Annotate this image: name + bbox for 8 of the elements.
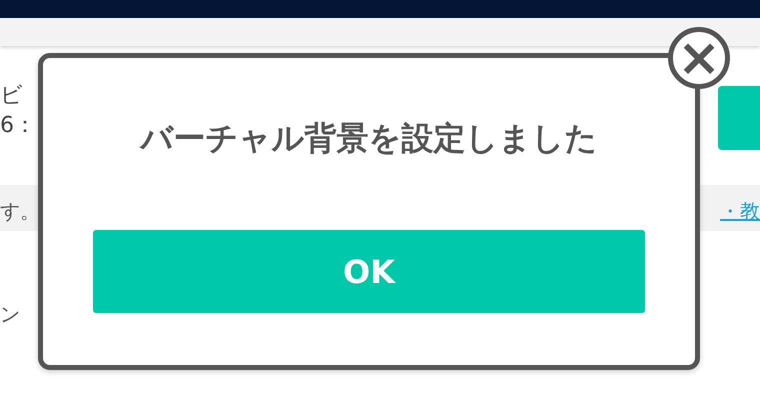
- action-button[interactable]: [718, 86, 760, 150]
- info-text: ビ: [0, 82, 24, 110]
- dialog-title: バーチャル背景を設定しました: [140, 118, 598, 159]
- info-text: 6：: [0, 112, 36, 140]
- notice-link[interactable]: ・教: [720, 198, 760, 224]
- ok-button[interactable]: OK: [93, 230, 645, 313]
- notice-text: す。: [0, 198, 40, 224]
- body-text: ン: [0, 302, 20, 326]
